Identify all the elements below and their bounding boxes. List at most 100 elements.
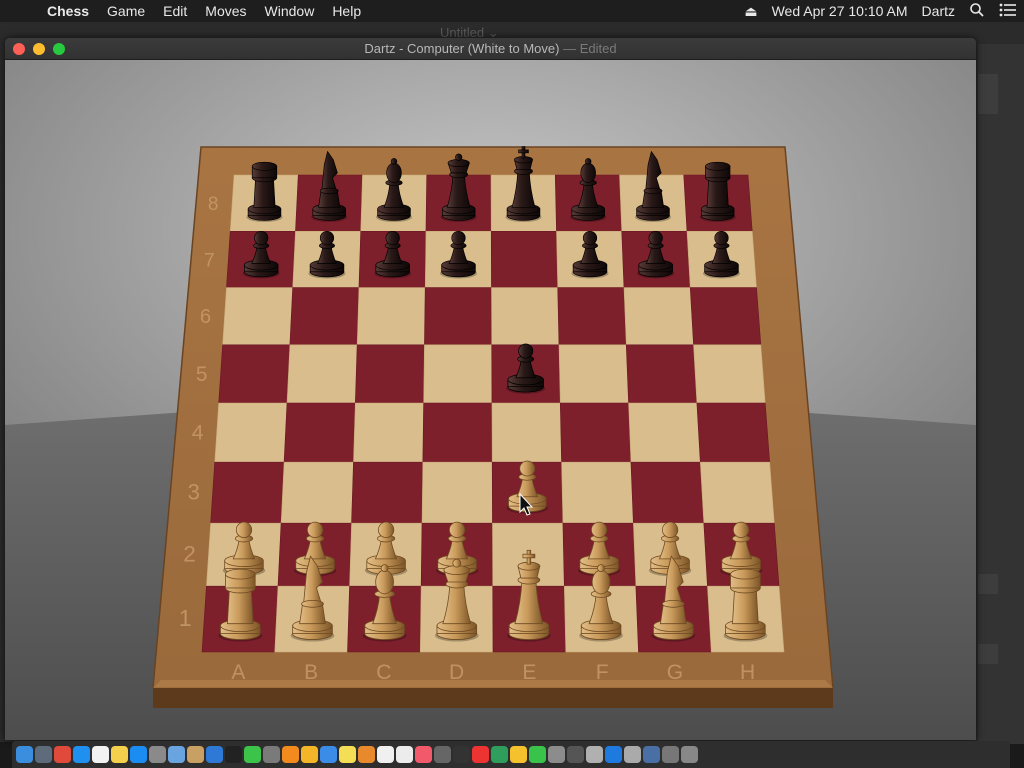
textedit-icon[interactable] xyxy=(396,746,413,763)
window-title: Dartz - Computer (White to Move) xyxy=(364,41,560,56)
menu-moves[interactable]: Moves xyxy=(196,0,255,22)
square-a3[interactable] xyxy=(210,461,285,524)
user-name[interactable]: Dartz xyxy=(915,3,962,19)
square-b5[interactable] xyxy=(286,344,358,404)
square-g5[interactable] xyxy=(625,344,698,404)
preview-icon[interactable] xyxy=(168,746,185,763)
minimize-window-button[interactable] xyxy=(33,43,45,55)
square-e7[interactable] xyxy=(490,230,559,288)
file-label-c: C xyxy=(376,661,391,684)
board-frame-edge xyxy=(153,688,833,708)
books-icon[interactable] xyxy=(358,746,375,763)
square-g4[interactable] xyxy=(628,402,701,463)
square-f5[interactable] xyxy=(558,344,629,404)
pane-strip xyxy=(978,74,998,114)
square-d6[interactable] xyxy=(424,287,493,346)
terminal-icon[interactable] xyxy=(225,746,242,763)
square-e6[interactable] xyxy=(491,287,560,346)
square-h6[interactable] xyxy=(689,287,762,346)
notification-center-icon[interactable] xyxy=(992,3,1024,20)
square-f6[interactable] xyxy=(557,287,627,346)
sketch-icon[interactable] xyxy=(301,746,318,763)
zoom-window-button[interactable] xyxy=(53,43,65,55)
square-d4[interactable] xyxy=(422,402,493,463)
music-icon[interactable] xyxy=(415,746,432,763)
audio-icon[interactable] xyxy=(586,746,603,763)
status-area: ⏏ Wed Apr 27 10:10 AM Dartz xyxy=(737,2,1024,21)
calendar-icon[interactable] xyxy=(92,746,109,763)
square-b4[interactable] xyxy=(283,402,356,463)
square-d3[interactable] xyxy=(421,461,493,524)
downloads-icon[interactable] xyxy=(624,746,641,763)
store-icon[interactable] xyxy=(605,746,622,763)
square-c5[interactable] xyxy=(355,344,425,404)
board-frame-inlay xyxy=(153,680,833,688)
square-e4[interactable] xyxy=(491,402,562,463)
photos-icon[interactable] xyxy=(377,746,394,763)
chrome-canary-icon[interactable] xyxy=(510,746,527,763)
script-icon[interactable] xyxy=(567,746,584,763)
background-window-edge xyxy=(978,44,1024,744)
trash-icon[interactable] xyxy=(681,746,698,763)
square-c3[interactable] xyxy=(351,461,424,524)
square-b3[interactable] xyxy=(280,461,354,524)
spotlight-search-icon[interactable] xyxy=(962,2,992,21)
square-h5[interactable] xyxy=(693,344,766,404)
rank-label-6: 6 xyxy=(200,306,211,328)
square-g6[interactable] xyxy=(623,287,694,346)
activity-icon[interactable] xyxy=(453,746,470,763)
square-a5[interactable] xyxy=(218,344,291,404)
facetime-icon[interactable] xyxy=(244,746,261,763)
clock[interactable]: Wed Apr 27 10:10 AM xyxy=(765,3,915,19)
square-g3[interactable] xyxy=(630,461,705,524)
menu-window[interactable]: Window xyxy=(256,0,324,22)
window-titlebar[interactable]: Dartz - Computer (White to Move) — Edite… xyxy=(5,38,976,60)
rank-label-1: 1 xyxy=(179,605,192,631)
messages-icon[interactable] xyxy=(529,746,546,763)
square-f3[interactable] xyxy=(561,461,634,524)
launchpad-icon[interactable] xyxy=(35,746,52,763)
stickies-icon[interactable] xyxy=(339,746,356,763)
maps-icon[interactable] xyxy=(491,746,508,763)
menu-edit[interactable]: Edit xyxy=(154,0,196,22)
menu-bar: Chess Game Edit Moves Window Help ⏏ Wed … xyxy=(0,0,1024,22)
xcode-icon[interactable] xyxy=(206,746,223,763)
chess-window: Dartz - Computer (White to Move) — Edite… xyxy=(5,38,976,740)
menu-help[interactable]: Help xyxy=(323,0,370,22)
eject-icon[interactable]: ⏏ xyxy=(737,3,764,20)
file-label-d: D xyxy=(449,661,464,684)
close-window-button[interactable] xyxy=(13,43,25,55)
chess-icon[interactable] xyxy=(548,746,565,763)
finder-icon[interactable] xyxy=(16,746,33,763)
square-b6[interactable] xyxy=(289,287,360,346)
mail-icon[interactable] xyxy=(320,746,337,763)
square-c4[interactable] xyxy=(353,402,424,463)
app-store-icon[interactable] xyxy=(130,746,147,763)
window-edited-status: — Edited xyxy=(559,41,617,56)
square-c6[interactable] xyxy=(356,287,426,346)
documents-icon[interactable] xyxy=(263,746,280,763)
square-h3[interactable] xyxy=(699,461,775,524)
rank-label-4: 4 xyxy=(192,421,204,445)
rank-label-7: 7 xyxy=(204,249,215,271)
vlc-icon[interactable] xyxy=(282,746,299,763)
square-a4[interactable] xyxy=(214,402,288,463)
square-f4[interactable] xyxy=(559,402,632,463)
chrome-icon[interactable] xyxy=(54,746,71,763)
files-icon[interactable] xyxy=(187,746,204,763)
file-label-h: H xyxy=(740,661,755,684)
news-icon[interactable] xyxy=(472,746,489,763)
rank-label-8: 8 xyxy=(208,194,219,215)
square-d5[interactable] xyxy=(423,344,493,404)
chess-board[interactable]: 8 7 6 5 4 3 2 1 A B C D E F G H xyxy=(5,60,976,740)
safari-icon[interactable] xyxy=(73,746,90,763)
menu-chess[interactable]: Chess xyxy=(38,0,98,22)
preferences-icon[interactable] xyxy=(149,746,166,763)
menu-game[interactable]: Game xyxy=(98,0,154,22)
folder-icon[interactable] xyxy=(643,746,660,763)
square-h4[interactable] xyxy=(696,402,770,463)
stacks-icon[interactable] xyxy=(662,746,679,763)
notes-icon[interactable] xyxy=(111,746,128,763)
square-a6[interactable] xyxy=(222,287,294,346)
utility-icon[interactable] xyxy=(434,746,451,763)
